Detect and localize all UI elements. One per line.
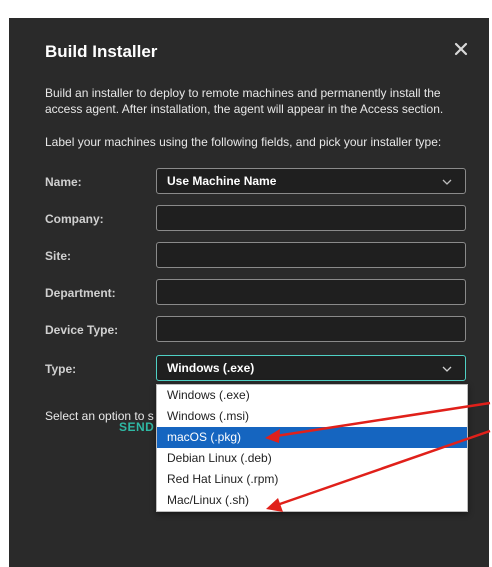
department-input[interactable] [156,279,466,305]
dropdown-option-windows-msi[interactable]: Windows (.msi) [157,406,467,427]
company-label: Company: [45,212,104,226]
dialog-title: Build Installer [45,42,158,61]
type-label: Type: [45,362,77,376]
dropdown-option-mac-linux-sh[interactable]: Mac/Linux (.sh) [157,490,467,511]
dropdown-option-macos-pkg[interactable]: macOS (.pkg) [157,427,467,448]
name-label: Name: [45,175,82,189]
type-select[interactable]: Windows (.exe) [156,355,466,381]
dialog-instructions: Label your machines using the following … [45,135,442,149]
company-input[interactable] [156,205,466,231]
device-type-label: Device Type: [45,323,119,337]
site-label: Site: [45,249,72,263]
name-select-value: Use Machine Name [167,174,277,188]
type-dropdown-menu: Windows (.exe) Windows (.msi) macOS (.pk… [156,384,468,512]
site-input[interactable] [156,242,466,268]
type-select-value: Windows (.exe) [167,361,255,375]
dialog-description: Build an installer to deploy to remote m… [45,86,444,116]
chevron-down-icon [442,179,452,185]
dropdown-option-debian-deb[interactable]: Debian Linux (.deb) [157,448,467,469]
name-select[interactable]: Use Machine Name [156,168,466,194]
send-button[interactable]: SEND [119,420,154,434]
chevron-down-icon [442,366,452,372]
dropdown-option-windows-exe[interactable]: Windows (.exe) [157,385,467,406]
department-label: Department: [45,286,116,300]
device-type-input[interactable] [156,316,466,342]
close-icon[interactable] [452,40,470,58]
dropdown-option-redhat-rpm[interactable]: Red Hat Linux (.rpm) [157,469,467,490]
